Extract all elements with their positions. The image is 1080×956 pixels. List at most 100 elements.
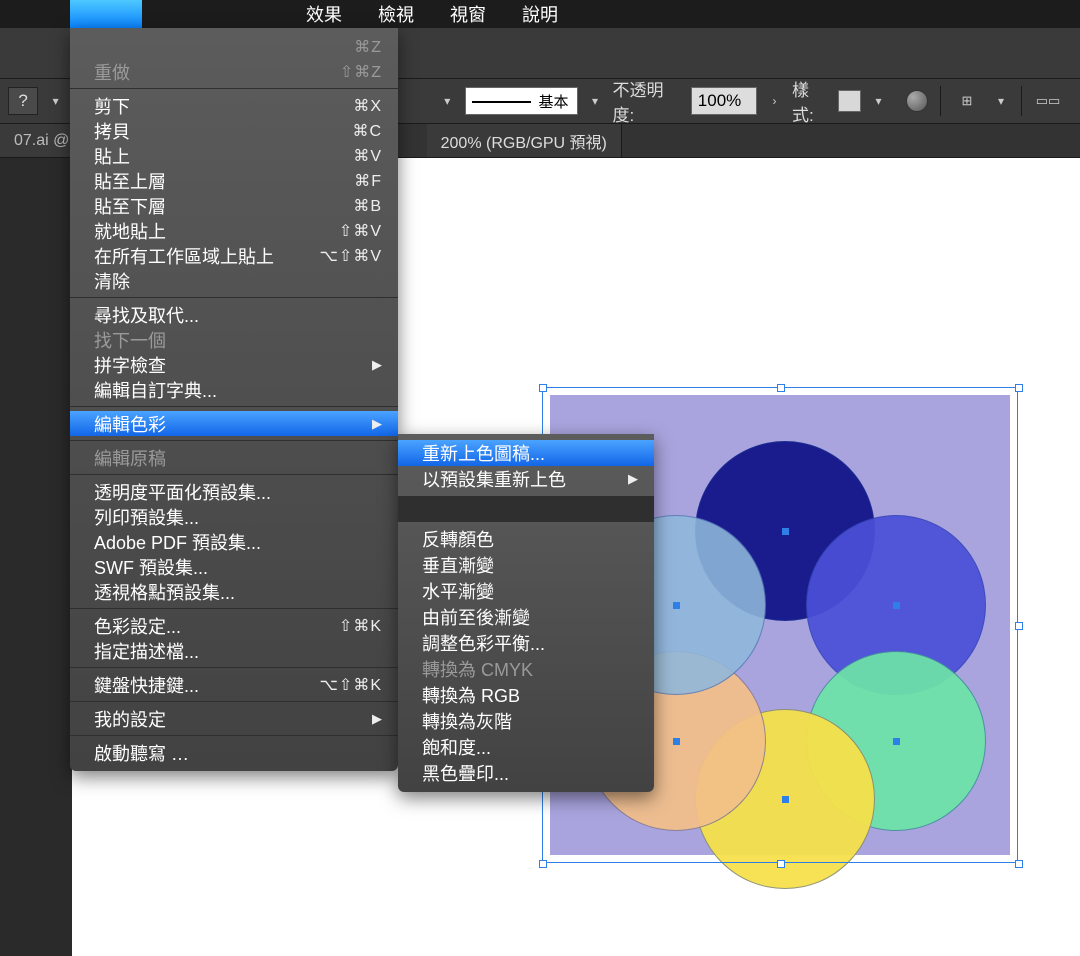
menu-item-label: 找下一個 xyxy=(94,327,382,353)
submenu-arrow-icon: ▶ xyxy=(372,357,382,373)
menu-item[interactable]: 尋找及取代... xyxy=(70,302,398,327)
menu-item[interactable]: 轉換為 RGB xyxy=(398,682,654,708)
menu-item[interactable]: 列印預設集... xyxy=(70,504,398,529)
menu-item[interactable]: 我的設定▶ xyxy=(70,706,398,731)
edit-menu: ⌘Z重做⇧⌘Z 剪下⌘X拷貝⌘C貼上⌘V貼至上層⌘F貼至下層⌘B就地貼上⇧⌘V在所… xyxy=(70,28,398,771)
menu-item[interactable]: 轉換為灰階 xyxy=(398,708,654,734)
menu-item[interactable]: 編輯自訂字典... xyxy=(70,377,398,402)
document-tab[interactable]: 200% (RGB/GPU 預視) xyxy=(427,124,622,157)
menu-item-shortcut: ⌘C xyxy=(352,121,382,141)
menu-item[interactable]: 調整色彩平衡... xyxy=(398,630,654,656)
divider xyxy=(1021,86,1022,116)
menu-item-label: 尋找及取代... xyxy=(94,302,382,328)
menu-item[interactable]: 貼至下層⌘B xyxy=(70,193,398,218)
menubar-item-edit[interactable] xyxy=(70,0,142,28)
selection-handle[interactable] xyxy=(1015,622,1023,630)
menu-item-label: 貼至下層 xyxy=(94,193,353,219)
arrange-icon[interactable]: ▭▭ xyxy=(1034,90,1062,112)
menu-item[interactable]: 黑色疊印... xyxy=(398,760,654,786)
selection-handle[interactable] xyxy=(777,384,785,392)
menu-item-label: 重做 xyxy=(94,59,340,85)
menu-item[interactable]: Adobe PDF 預設集... xyxy=(70,529,398,554)
menu-item-label: 我的設定 xyxy=(94,706,372,732)
chevron-down-icon[interactable]: ▾ xyxy=(993,87,1009,115)
help-icon[interactable]: ? xyxy=(8,87,38,115)
menu-item[interactable]: 貼至上層⌘F xyxy=(70,168,398,193)
menu-item[interactable]: 剪下⌘X xyxy=(70,93,398,118)
menu-item-label: 鍵盤快捷鍵... xyxy=(94,672,319,698)
menu-item[interactable]: 貼上⌘V xyxy=(70,143,398,168)
style-label: 樣式: xyxy=(792,76,828,126)
menu-item[interactable]: 在所有工作區域上貼上⌥⇧⌘V xyxy=(70,243,398,268)
menu-item: 編輯原稿 xyxy=(70,445,398,470)
selection-handle[interactable] xyxy=(1015,860,1023,868)
menu-item[interactable]: 就地貼上⇧⌘V xyxy=(70,218,398,243)
menu-item-label: SWF 預設集... xyxy=(94,554,382,580)
menu-separator xyxy=(70,608,398,609)
menu-item-shortcut: ⇧⌘V xyxy=(339,221,382,241)
menu-item[interactable]: 清除 xyxy=(70,268,398,293)
menu-item-label: Adobe PDF 預設集... xyxy=(94,529,382,555)
selection-handle[interactable] xyxy=(539,384,547,392)
menu-item[interactable]: 以預設集重新上色▶ xyxy=(398,466,654,492)
stroke-preset[interactable]: 基本 xyxy=(465,87,578,115)
menu-item: ⌘Z xyxy=(70,34,398,59)
menu-item-shortcut: ⌥⇧⌘K xyxy=(319,675,382,695)
menubar-item[interactable]: 效果 xyxy=(300,0,348,29)
menubar-item[interactable]: 視窗 xyxy=(444,0,492,29)
menu-item-shortcut: ⌥⇧⌘V xyxy=(319,246,382,266)
selection-handle[interactable] xyxy=(539,860,547,868)
menu-item[interactable]: 鍵盤快捷鍵...⌥⇧⌘K xyxy=(70,672,398,697)
menu-item-label: 指定描述檔... xyxy=(94,638,382,664)
selection-handle[interactable] xyxy=(1015,384,1023,392)
chevron-down-icon[interactable]: ▾ xyxy=(440,87,455,115)
menubar: 效果 檢視 視窗 說明 xyxy=(0,0,1080,28)
menu-separator xyxy=(70,297,398,298)
chevron-down-icon[interactable]: ▾ xyxy=(48,87,63,115)
menu-item[interactable]: 拼字檢查▶ xyxy=(70,352,398,377)
menu-separator xyxy=(70,474,398,475)
chevron-down-icon[interactable]: ▾ xyxy=(871,87,886,115)
menu-item-label: 轉換為灰階 xyxy=(422,708,638,734)
menu-item-label: 拷貝 xyxy=(94,118,352,144)
style-swatch[interactable] xyxy=(838,90,861,112)
menu-item[interactable]: 透視格點預設集... xyxy=(70,579,398,604)
menubar-item[interactable]: 檢視 xyxy=(372,0,420,29)
menu-item-label: 編輯原稿 xyxy=(94,445,382,471)
menu-item[interactable]: 飽和度... xyxy=(398,734,654,760)
selection-handle[interactable] xyxy=(777,860,785,868)
align-icon[interactable]: ⊞ xyxy=(953,90,981,112)
submenu-arrow-icon: ▶ xyxy=(628,471,638,487)
menu-item[interactable]: 垂直漸變 xyxy=(398,552,654,578)
opacity-field[interactable]: 100% xyxy=(691,87,757,115)
menu-item[interactable]: 透明度平面化預設集... xyxy=(70,479,398,504)
menu-item-label: 以預設集重新上色 xyxy=(422,466,628,492)
menu-item[interactable]: 啟動聽寫 … xyxy=(70,740,398,765)
menu-item[interactable]: 指定描述檔... xyxy=(70,638,398,663)
menu-item-shortcut: ⌘V xyxy=(353,146,382,166)
menu-item-label: 重新上色圖稿... xyxy=(422,440,638,466)
menu-separator xyxy=(70,667,398,668)
menu-item-label: 在所有工作區域上貼上 xyxy=(94,243,319,269)
recolor-icon[interactable] xyxy=(906,90,928,112)
menu-item: 重做⇧⌘Z xyxy=(70,59,398,84)
menu-item[interactable]: 色彩設定...⇧⌘K xyxy=(70,613,398,638)
menu-item-label: 轉換為 CMYK xyxy=(422,656,638,682)
chevron-right-icon[interactable]: › xyxy=(767,87,782,115)
menu-item-label: 轉換為 RGB xyxy=(422,682,638,708)
menu-item[interactable]: 反轉顏色 xyxy=(398,526,654,552)
menu-item[interactable]: 由前至後漸變 xyxy=(398,604,654,630)
edit-colors-submenu: 重新上色圖稿...以預設集重新上色▶ 反轉顏色垂直漸變水平漸變由前至後漸變調整色彩… xyxy=(398,434,654,792)
menu-item[interactable]: SWF 預設集... xyxy=(70,554,398,579)
submenu-arrow-icon: ▶ xyxy=(372,416,382,432)
menu-item-label: 列印預設集... xyxy=(94,504,382,530)
menu-item[interactable]: 編輯色彩▶ xyxy=(70,411,398,436)
menu-item-label: 調整色彩平衡... xyxy=(422,630,638,656)
menu-item[interactable]: 拷貝⌘C xyxy=(70,118,398,143)
menu-separator xyxy=(398,496,654,522)
menubar-item[interactable]: 說明 xyxy=(516,0,564,29)
menu-item-shortcut: ⇧⌘Z xyxy=(340,62,382,82)
chevron-down-icon[interactable]: ▾ xyxy=(588,87,603,115)
menu-item[interactable]: 重新上色圖稿... xyxy=(398,440,654,466)
menu-item[interactable]: 水平漸變 xyxy=(398,578,654,604)
